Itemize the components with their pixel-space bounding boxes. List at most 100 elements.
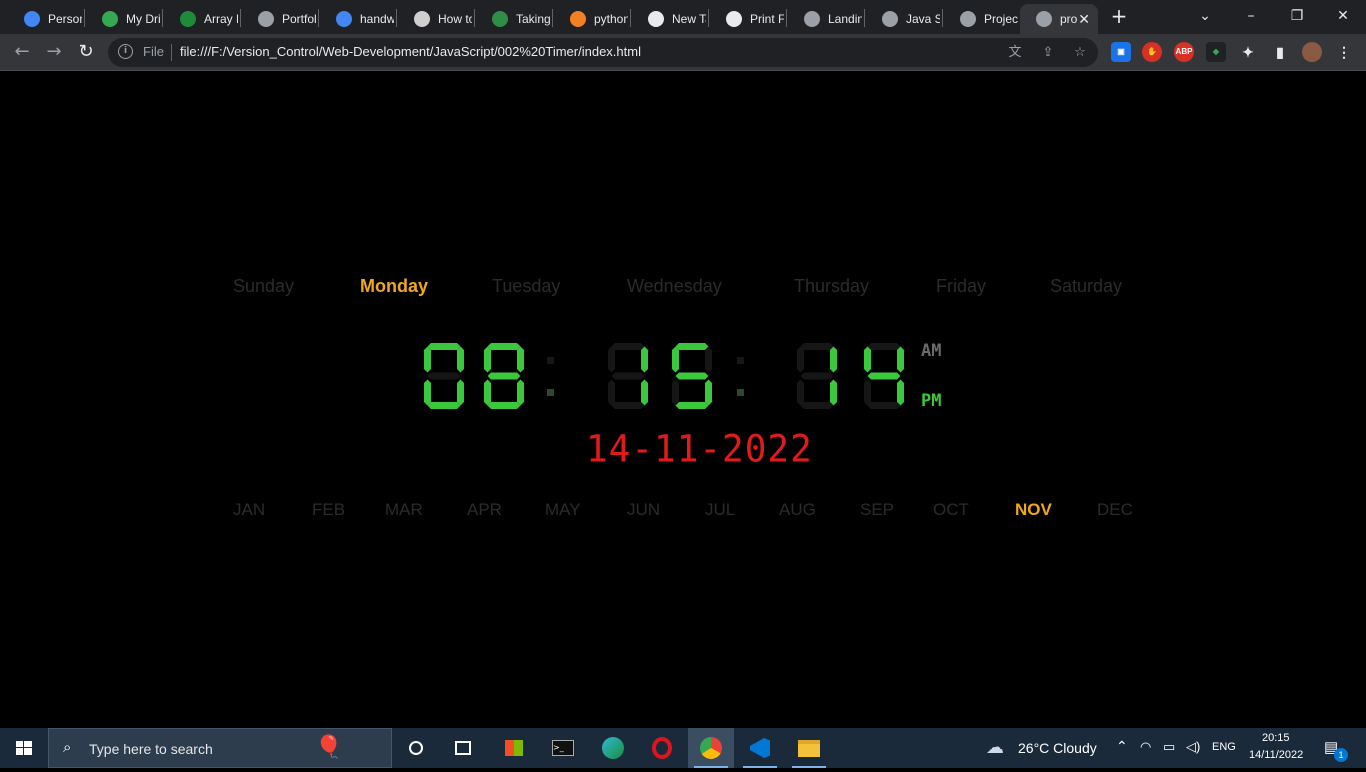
bookmark-star-icon[interactable]: ☆: [1071, 44, 1089, 62]
colon-dot-2-0: [737, 357, 744, 364]
language-indicator[interactable]: ENG: [1212, 741, 1236, 753]
new-tab-button[interactable]: +: [1108, 5, 1130, 29]
month-may: MAY: [545, 500, 581, 519]
profile-avatar[interactable]: [1302, 42, 1322, 62]
browser-tab[interactable]: Print Fr: [710, 4, 784, 34]
reload-button[interactable]: ↻: [74, 40, 98, 64]
battery-icon[interactable]: ▭: [1163, 739, 1175, 755]
browser-tab[interactable]: How to: [398, 4, 472, 34]
close-tab-icon[interactable]: ✕: [1078, 11, 1090, 28]
segment-f: [484, 346, 491, 373]
windows-logo-icon: [16, 741, 32, 755]
url-text[interactable]: file:///F:/Version_Control/Web-Developme…: [180, 44, 641, 59]
task-view-icon[interactable]: [440, 728, 486, 768]
am-indicator: AM: [921, 341, 942, 361]
chrome-taskbar-icon[interactable]: [688, 728, 734, 768]
colon-dot-2-1: [737, 389, 744, 396]
browser-tab[interactable]: Taking: [476, 4, 550, 34]
segment-e: [797, 379, 804, 406]
close-window-button[interactable]: ✕: [1320, 0, 1366, 34]
tray-chevron-up-icon[interactable]: ⌃: [1116, 738, 1128, 755]
start-button[interactable]: [0, 728, 48, 768]
wifi-icon[interactable]: ◠: [1140, 739, 1151, 755]
globe-icon: [258, 11, 274, 27]
browser-tab[interactable]: handw: [320, 4, 394, 34]
codepen-icon: [414, 11, 430, 27]
terminal-icon[interactable]: >_: [540, 728, 586, 768]
weekday-monday: Monday: [360, 276, 429, 296]
browser-tab[interactable]: pro ✕: [1020, 4, 1098, 34]
tab-title: Landin: [828, 12, 862, 26]
browser-tab[interactable]: Person: [8, 4, 82, 34]
cortana-icon[interactable]: [393, 728, 439, 768]
segment-a: [611, 343, 645, 350]
clock-digit-1: [424, 343, 464, 409]
tab-strip: Person My Dri Array M Portfoli handw How to Ta…: [0, 0, 1366, 34]
segment-e: [484, 379, 491, 406]
colon-dot-1-1: [547, 389, 554, 396]
segment-f: [797, 346, 804, 373]
opera-icon[interactable]: [639, 728, 685, 768]
file-explorer-icon[interactable]: [786, 728, 832, 768]
clock-digit-3: [608, 343, 648, 409]
tab-title: Person: [48, 12, 82, 26]
tab-search-icon[interactable]: ⌄: [1182, 0, 1228, 34]
browser-tab[interactable]: Project: [944, 4, 1018, 34]
menu-kebab-icon[interactable]: ⋮: [1334, 42, 1354, 62]
tab-title: Print Fr: [750, 12, 784, 26]
taskbar-time[interactable]: 20:15: [1262, 732, 1290, 744]
globe-icon: [882, 11, 898, 27]
browser-tab[interactable]: Landin: [788, 4, 862, 34]
printer-icon: [726, 11, 742, 27]
screen-capture-extension-icon[interactable]: ▣: [1111, 42, 1131, 62]
weekday-thursday: Thursday: [794, 276, 870, 296]
tab-title: Project: [984, 12, 1018, 26]
microsoft-store-icon[interactable]: [491, 728, 537, 768]
adblock-hand-extension-icon[interactable]: ✋: [1142, 42, 1162, 62]
restore-button[interactable]: ❐: [1274, 0, 1320, 34]
tab-separator: [240, 9, 241, 27]
back-button[interactable]: ←: [10, 40, 34, 64]
browser-tab[interactable]: My Dri: [86, 4, 160, 34]
tab-separator: [396, 9, 397, 27]
weather-text[interactable]: 26°C Cloudy: [1018, 740, 1097, 756]
segment-a: [675, 343, 709, 350]
browser-tab[interactable]: Java Sc: [866, 4, 940, 34]
tab-title: New Ta: [672, 12, 706, 26]
segment-b: [517, 346, 524, 373]
translate-icon[interactable]: 文: [1006, 44, 1024, 62]
edge-icon[interactable]: [590, 728, 636, 768]
cloud-weather-icon: ☁: [986, 737, 1004, 758]
notification-count-badge[interactable]: 1: [1334, 748, 1348, 762]
browser-tab[interactable]: Portfoli: [242, 4, 316, 34]
geeksforgeeks-icon: [492, 11, 508, 27]
google-icon: [336, 11, 352, 27]
segment-f: [424, 346, 431, 373]
colorful-extension-icon[interactable]: ◆: [1206, 42, 1226, 62]
minimize-button[interactable]: –: [1228, 0, 1274, 34]
address-bar[interactable]: i File file:///F:/Version_Control/Web-De…: [108, 38, 1098, 67]
month-feb: FEB: [312, 500, 346, 519]
abp-extension-icon[interactable]: ABP: [1174, 42, 1194, 62]
search-highlight-icon: 🎈: [315, 735, 343, 760]
tab-title: handw: [360, 12, 394, 26]
browser-tab[interactable]: New Ta: [632, 4, 706, 34]
browser-tab[interactable]: Array M: [164, 4, 238, 34]
taskbar-search[interactable]: ⌕ Type here to search 🎈: [48, 728, 392, 768]
forward-button[interactable]: →: [42, 40, 66, 64]
segment-g: [800, 372, 834, 380]
segment-g: [487, 372, 521, 380]
extensions-puzzle-icon[interactable]: ✦: [1238, 42, 1258, 62]
info-icon[interactable]: i: [118, 44, 133, 59]
side-panel-icon[interactable]: ▮: [1270, 42, 1290, 62]
taskbar-date[interactable]: 14/11/2022: [1249, 749, 1303, 761]
segment-d: [427, 402, 461, 409]
tab-separator: [552, 9, 553, 27]
vscode-icon[interactable]: [737, 728, 783, 768]
share-icon[interactable]: ⇪: [1039, 44, 1057, 62]
browser-tab[interactable]: python: [554, 4, 628, 34]
search-placeholder: Type here to search: [89, 741, 213, 757]
google-drive-icon: [102, 11, 118, 27]
segment-e: [608, 379, 615, 406]
volume-icon[interactable]: ◁): [1186, 739, 1200, 755]
